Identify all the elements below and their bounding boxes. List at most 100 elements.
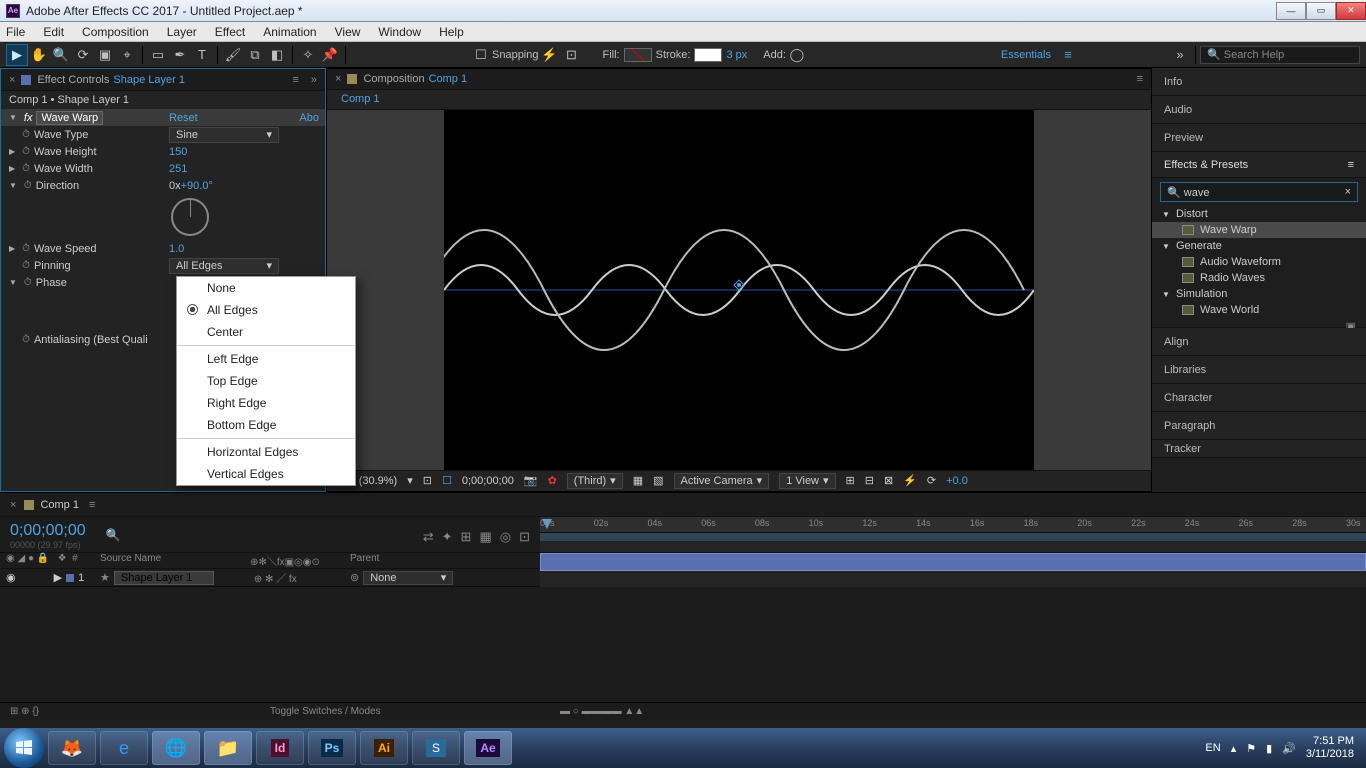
- timecode-display[interactable]: 0;00;00;00 00000 (29.97 fps): [0, 520, 96, 550]
- window-minimize-button[interactable]: —: [1276, 2, 1306, 20]
- workspace-menu-icon[interactable]: ≡: [1057, 44, 1079, 66]
- panel-audio[interactable]: Audio: [1152, 96, 1366, 124]
- panel-tracker[interactable]: Tracker: [1152, 440, 1366, 458]
- views-select[interactable]: 1 View▾: [779, 473, 835, 489]
- eraser-tool-icon[interactable]: ◧: [266, 44, 288, 66]
- view-opt3-icon[interactable]: ⊠: [884, 474, 893, 487]
- dropdown-item-bottom-edge[interactable]: Bottom Edge: [177, 414, 355, 436]
- panel-preview[interactable]: Preview: [1152, 124, 1366, 152]
- stroke-swatch[interactable]: [694, 48, 722, 62]
- stopwatch-icon[interactable]: ⏱: [24, 277, 32, 288]
- comp-tab-name[interactable]: Comp 1: [429, 73, 468, 85]
- effect-title-row[interactable]: ▼fx Wave Warp Reset Abo: [1, 109, 325, 126]
- layer-name[interactable]: Shape Layer 1: [114, 571, 214, 585]
- panel-menu-icon[interactable]: ≡: [89, 499, 95, 511]
- stopwatch-icon[interactable]: ⏱: [22, 334, 30, 345]
- menu-help[interactable]: Help: [439, 25, 464, 39]
- clone-tool-icon[interactable]: ⧉: [244, 44, 266, 66]
- close-tab-icon[interactable]: ×: [10, 499, 16, 511]
- effect-item-wave-warp[interactable]: Wave Warp: [1152, 222, 1366, 238]
- effect-item-wave-world[interactable]: Wave World: [1152, 302, 1366, 318]
- pinning-select[interactable]: All Edges▾: [169, 258, 279, 274]
- timeline-search-input[interactable]: 🔍: [106, 528, 121, 542]
- panel-menu-icon[interactable]: ≡: [292, 74, 298, 86]
- menu-edit[interactable]: Edit: [43, 25, 64, 39]
- grid-icon[interactable]: ☐: [442, 474, 452, 487]
- tray-net-icon[interactable]: ▮: [1266, 742, 1272, 755]
- zoom-tool-icon[interactable]: 🔍: [50, 44, 72, 66]
- category-simulation[interactable]: ▼ Simulation: [1152, 286, 1366, 302]
- dropdown-item-all-edges[interactable]: All Edges: [177, 299, 355, 321]
- selection-tool-icon[interactable]: ▶: [6, 44, 28, 66]
- category-distort[interactable]: ▼ Distort: [1152, 206, 1366, 222]
- taskbar-chrome-icon[interactable]: 🌐: [152, 731, 200, 765]
- new-bin-icon[interactable]: ▣: [1152, 318, 1366, 328]
- category-generate[interactable]: ▼ Generate: [1152, 238, 1366, 254]
- panel-libraries[interactable]: Libraries: [1152, 356, 1366, 384]
- channels-icon[interactable]: ✿: [548, 474, 557, 487]
- window-maximize-button[interactable]: ▭: [1306, 2, 1336, 20]
- brush-tool-icon[interactable]: 🖌: [222, 44, 244, 66]
- wave-height-value[interactable]: 150: [169, 146, 187, 158]
- taskbar-indesign-icon[interactable]: Id: [256, 731, 304, 765]
- tray-action-icon[interactable]: ⚑: [1246, 742, 1256, 755]
- taskbar-firefox-icon[interactable]: 🦊: [48, 731, 96, 765]
- zoom-value[interactable]: (30.9%): [359, 475, 398, 487]
- menu-animation[interactable]: Animation: [263, 25, 316, 39]
- rotate-tool-icon[interactable]: ⟳: [72, 44, 94, 66]
- res-toggle-icon[interactable]: ⊡: [423, 474, 432, 487]
- tray-clock[interactable]: 7:51 PM3/11/2018: [1306, 735, 1354, 761]
- fast-preview-icon[interactable]: ⚡: [903, 474, 917, 487]
- timeline-tab[interactable]: Comp 1: [40, 499, 79, 511]
- anchor-tool-icon[interactable]: ⌖: [116, 44, 138, 66]
- panel-menu-icon[interactable]: ≡: [1348, 159, 1354, 171]
- panel-info[interactable]: Info: [1152, 68, 1366, 96]
- menu-file[interactable]: File: [6, 25, 25, 39]
- composition-viewer[interactable]: [327, 110, 1151, 470]
- direction-rev[interactable]: 0x: [169, 180, 181, 192]
- effect-tab-layer[interactable]: Shape Layer 1: [113, 74, 185, 86]
- start-button[interactable]: [4, 728, 44, 768]
- window-close-button[interactable]: ✕: [1336, 2, 1366, 20]
- view-opt2-icon[interactable]: ⊟: [865, 474, 874, 487]
- close-tab-icon[interactable]: ×: [335, 73, 341, 85]
- add-shape-icon[interactable]: ◯: [786, 44, 808, 66]
- tray-lang[interactable]: EN: [1205, 742, 1220, 754]
- snap-opt2-icon[interactable]: ⊡: [561, 44, 583, 66]
- tl-tool-icon[interactable]: ✦: [442, 529, 453, 545]
- work-area-bar[interactable]: [540, 533, 1366, 541]
- transparency-icon[interactable]: ▧: [653, 474, 663, 487]
- panel-character[interactable]: Character: [1152, 384, 1366, 412]
- panel-align[interactable]: Align: [1152, 328, 1366, 356]
- wave-speed-value[interactable]: 1.0: [169, 243, 184, 255]
- stopwatch-icon[interactable]: ⏱: [24, 180, 32, 191]
- stopwatch-icon[interactable]: ⏱: [22, 146, 30, 157]
- close-tab-icon[interactable]: ×: [9, 74, 15, 86]
- clear-search-icon[interactable]: ×: [1345, 186, 1351, 198]
- effects-search-input[interactable]: 🔍 wave ×: [1160, 182, 1358, 202]
- rect-tool-icon[interactable]: ▭: [147, 44, 169, 66]
- tray-vol-icon[interactable]: 🔊: [1282, 742, 1296, 755]
- dropdown-item-horizontal-edges[interactable]: Horizontal Edges: [177, 441, 355, 463]
- dropdown-item-vertical-edges[interactable]: Vertical Edges: [177, 463, 355, 485]
- roto-tool-icon[interactable]: ✧: [297, 44, 319, 66]
- taskbar-aftereffects-icon[interactable]: Ae: [464, 731, 512, 765]
- toggle-switches-button[interactable]: Toggle Switches / Modes: [270, 706, 381, 717]
- snapshot-icon[interactable]: 📷: [524, 474, 538, 487]
- effects-presets-header[interactable]: Effects & Presets≡: [1152, 152, 1366, 178]
- effect-reset[interactable]: Reset: [169, 112, 198, 124]
- stopwatch-icon[interactable]: ⏱: [22, 260, 30, 271]
- dropdown-item-center[interactable]: Center: [177, 321, 355, 343]
- text-tool-icon[interactable]: T: [191, 44, 213, 66]
- overflow-icon[interactable]: »: [1169, 44, 1191, 66]
- stopwatch-icon[interactable]: ⏱: [22, 243, 30, 254]
- parent-select[interactable]: None▾: [363, 571, 453, 585]
- menu-layer[interactable]: Layer: [167, 25, 197, 39]
- region-icon[interactable]: ▦: [633, 474, 643, 487]
- effect-item-audio-waveform[interactable]: Audio Waveform: [1152, 254, 1366, 270]
- stroke-width[interactable]: 3 px: [726, 49, 747, 61]
- zoom-slider[interactable]: ▬ ○ ▬▬▬▬ ▲▲: [560, 706, 644, 717]
- menu-effect[interactable]: Effect: [215, 25, 245, 39]
- panel-menu-icon[interactable]: ≡: [1137, 73, 1143, 85]
- stopwatch-icon[interactable]: ⏱: [22, 129, 30, 140]
